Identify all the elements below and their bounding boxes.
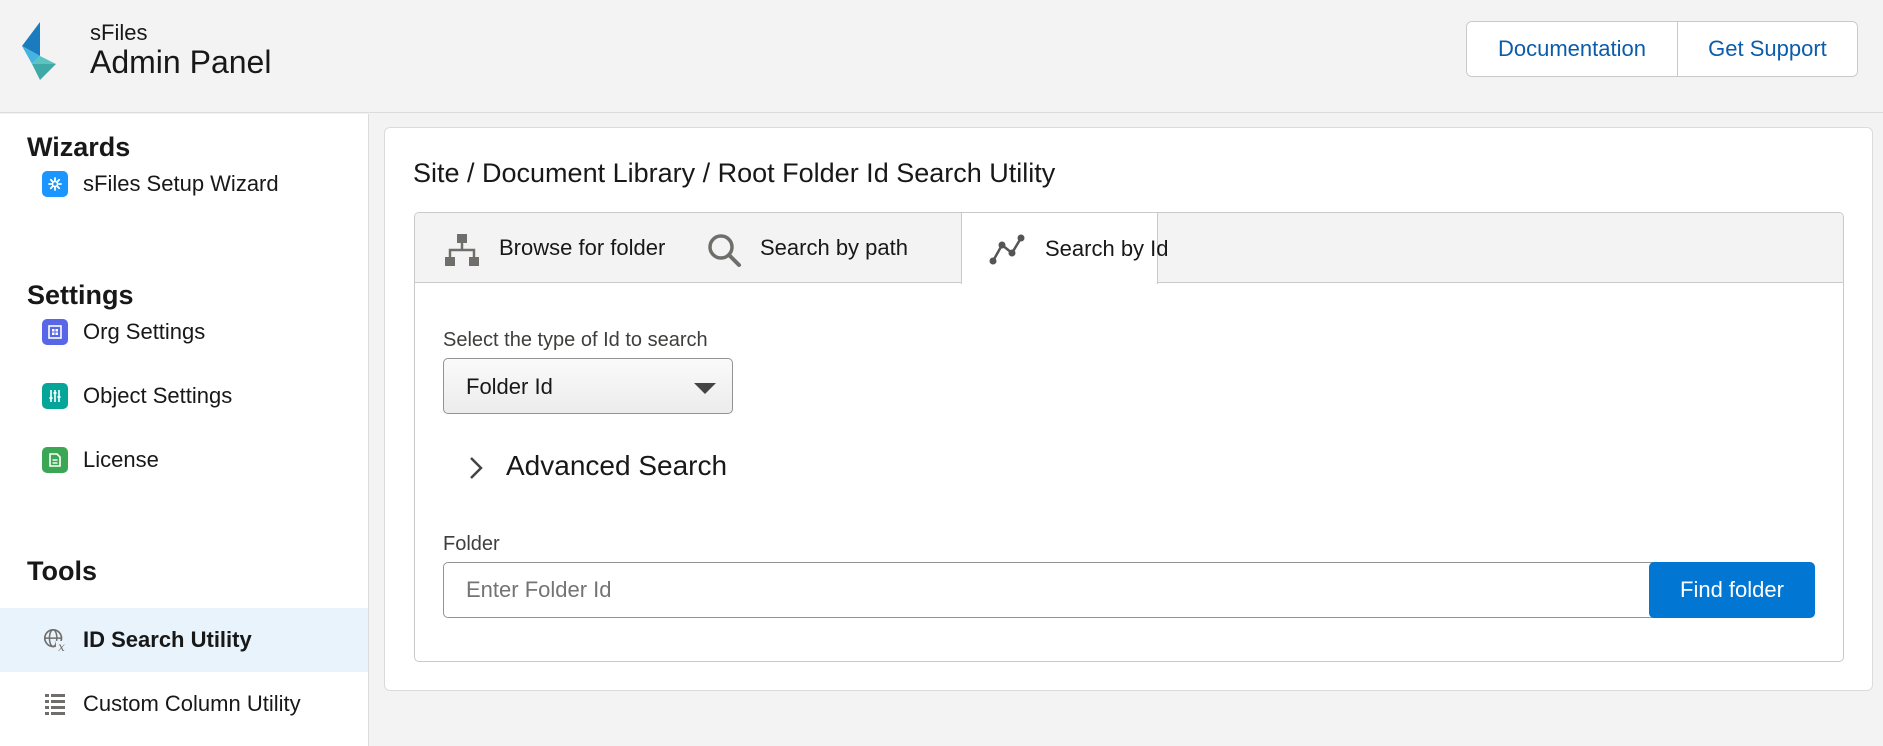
app-title: Admin Panel xyxy=(90,44,272,80)
sidebar-item-license[interactable]: License xyxy=(0,428,368,492)
license-icon xyxy=(42,447,68,473)
sidebar-item-label: ID Search Utility xyxy=(83,627,252,652)
globe-function-icon: x xyxy=(42,627,68,654)
sidebar-item-label: sFiles Setup Wizard xyxy=(83,171,279,196)
main-card: Site / Document Library / Root Folder Id… xyxy=(384,127,1873,691)
svg-text:x: x xyxy=(58,640,65,654)
sidebar-item-label: Custom Column Utility xyxy=(83,691,301,716)
sidebar-item-label: Org Settings xyxy=(83,319,206,344)
object-settings-icon xyxy=(42,383,68,409)
folder-id-input[interactable] xyxy=(443,562,1663,618)
org-settings-icon xyxy=(42,319,68,345)
sidebar-item-object-settings[interactable]: Object Settings xyxy=(0,364,368,428)
sidebar-item-custom-column-utility[interactable]: Custom Column Utility xyxy=(0,672,368,736)
tab-label: Search by path xyxy=(760,235,908,260)
tab-browse-for-folder[interactable]: Browse for folder xyxy=(415,213,705,283)
id-type-select[interactable]: Folder Id xyxy=(443,358,733,414)
advanced-search-label: Advanced Search xyxy=(506,450,728,481)
caret-down-icon xyxy=(694,383,716,394)
table-list-icon xyxy=(42,691,68,717)
search-tabset: Browse for folder Search by path Search … xyxy=(414,212,1844,662)
id-type-value: Folder Id xyxy=(466,374,553,399)
breadcrumb: Site / Document Library / Root Folder Id… xyxy=(413,158,1056,188)
sidebar-item-label: License xyxy=(83,447,159,472)
search-icon xyxy=(708,234,741,267)
id-type-label: Select the type of Id to search xyxy=(443,329,708,351)
sidebar-item-label: Object Settings xyxy=(83,383,233,408)
section-title-tools: Tools xyxy=(27,556,97,586)
tab-search-by-id[interactable]: Search by Id xyxy=(961,213,1169,284)
sidebar-item-org-settings[interactable]: Org Settings xyxy=(0,300,368,364)
advanced-search-toggle[interactable]: Advanced Search xyxy=(465,448,727,488)
graph-line-icon xyxy=(989,234,1025,265)
chevron-right-icon xyxy=(470,457,483,479)
sidebar-item-setup-wizard[interactable]: sFiles Setup Wizard xyxy=(0,152,368,216)
sidebar-item-id-search-utility[interactable]: x ID Search Utility xyxy=(0,608,368,672)
documentation-button[interactable]: Documentation xyxy=(1467,22,1678,76)
tab-label: Browse for folder xyxy=(499,235,666,260)
sidebar: Wizards sFiles Setup Wizard Settings Org… xyxy=(0,114,369,746)
tab-label: Search by Id xyxy=(1045,235,1169,261)
find-folder-button[interactable]: Find folder xyxy=(1649,562,1815,618)
app-header: sFiles Admin Panel Documentation Get Sup… xyxy=(0,0,1883,113)
folder-label: Folder xyxy=(443,533,500,555)
brand-name: sFiles xyxy=(90,20,148,45)
hierarchy-icon xyxy=(445,234,479,266)
setup-wizard-icon xyxy=(42,171,68,197)
get-support-button[interactable]: Get Support xyxy=(1678,22,1857,76)
tab-search-by-path[interactable]: Search by path xyxy=(705,213,968,283)
tab-bar: Browse for folder Search by path Search … xyxy=(415,213,1843,284)
header-button-group: Documentation Get Support xyxy=(1466,21,1858,77)
sfiles-logo-icon xyxy=(22,22,56,80)
